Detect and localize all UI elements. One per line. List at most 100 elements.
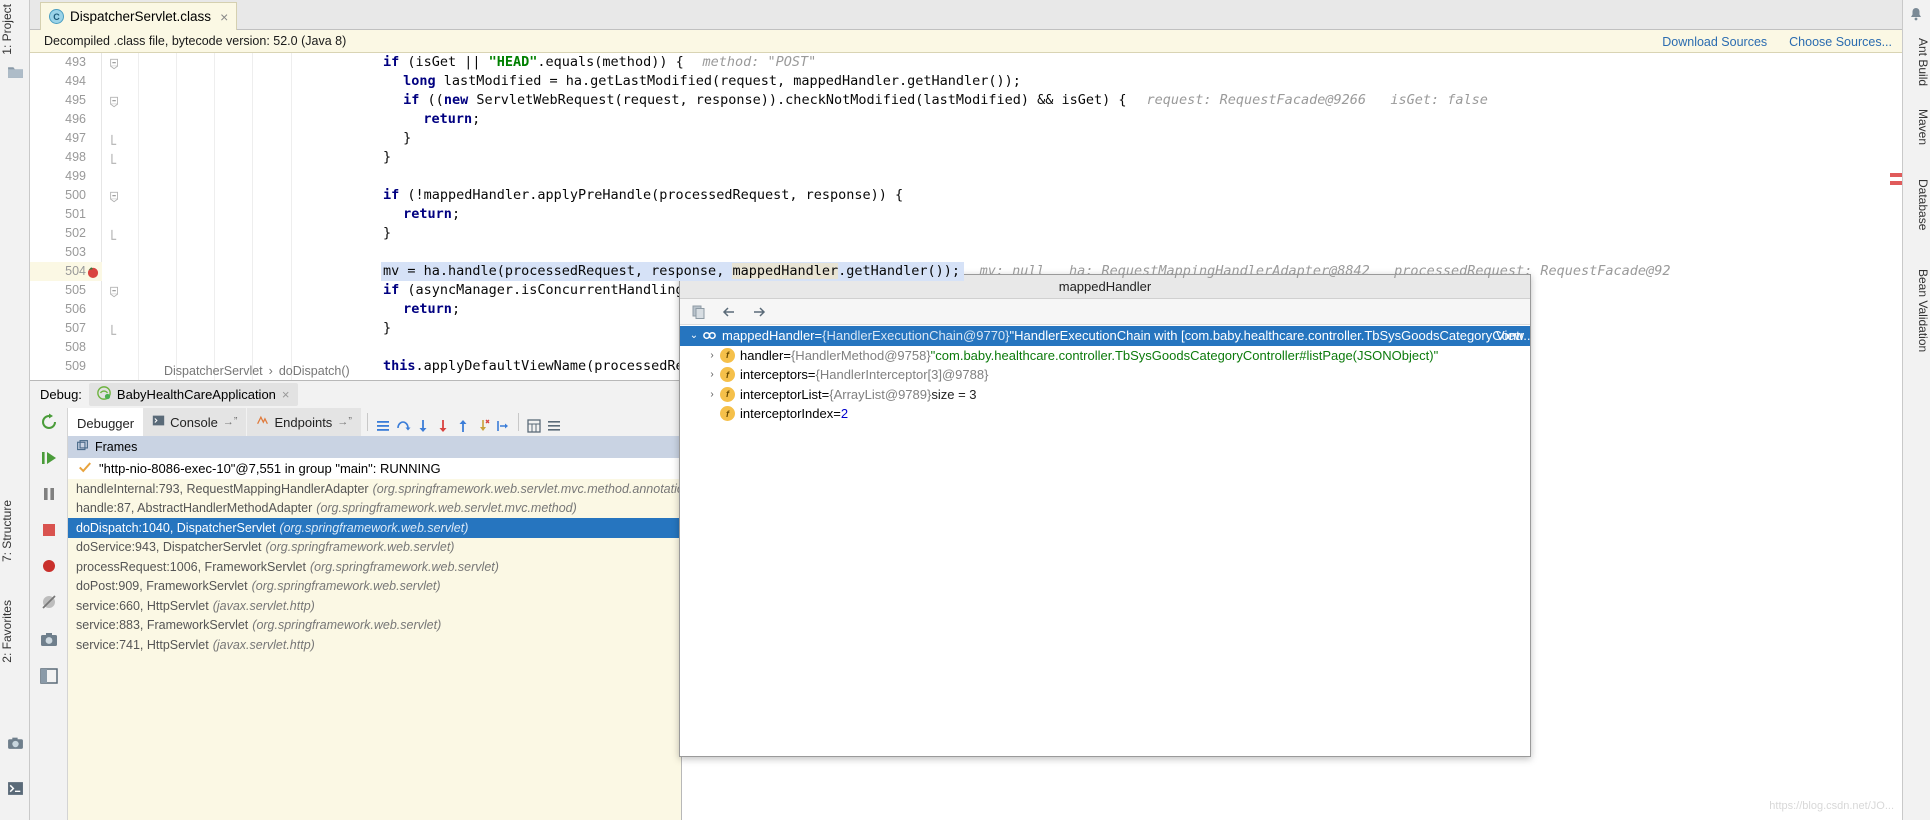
sidebar-item-structure[interactable]: 7: Structure (0, 500, 30, 562)
frame-row[interactable]: service:660, HttpServlet(javax.servlet.h… (68, 596, 681, 616)
frame-row[interactable]: doDispatch:1040, DispatcherServlet(org.s… (68, 518, 681, 538)
variable-value: size = 3 (931, 387, 976, 402)
tool-button-bean-validation[interactable]: Bean Validation (1902, 265, 1930, 352)
choose-sources-link[interactable]: Choose Sources... (1789, 35, 1892, 49)
code-line[interactable]: 504mv = ha.handle(processedRequest, resp… (30, 262, 1902, 281)
tab-console[interactable]: Console→ˮ (143, 408, 246, 436)
frame-package: (org.springframework.web.servlet) (310, 560, 499, 574)
sidebar-item-favorites[interactable]: 2: Favorites (0, 600, 30, 663)
sidebar-item-project[interactable]: 1: Project (0, 4, 30, 55)
editor-tab-dispatcherservlet[interactable]: C DispatcherServlet.class × (40, 2, 237, 30)
run-configuration-tab[interactable]: BabyHealthCareApplication × (89, 383, 298, 406)
sidebar-item-label: 7: Structure (0, 500, 14, 562)
breadcrumb[interactable]: DispatcherServlet › doDispatch() (160, 362, 350, 380)
chevron-right-icon[interactable]: › (704, 350, 720, 361)
code-line[interactable]: 496return; (30, 110, 1902, 129)
code-line[interactable]: 493if (isGet || "HEAD".equals(method)) {… (30, 53, 1902, 72)
code-fold-icon[interactable] (109, 133, 120, 145)
tab-pin-icon[interactable]: →ˮ (223, 416, 238, 428)
code-line[interactable]: 498} (30, 148, 1902, 167)
tool-button-database[interactable]: Database (1902, 175, 1930, 230)
frame-row[interactable]: doPost:909, FrameworkServlet(org.springf… (68, 577, 681, 597)
step-over-icon[interactable] (393, 416, 413, 436)
left-tool-rail: 1: Project 7: Structure 2: Favorites (0, 0, 30, 820)
code-line[interactable]: 495if ((new ServletWebRequest(request, r… (30, 91, 1902, 110)
code-line[interactable]: 500if (!mappedHandler.applyPreHandle(pro… (30, 186, 1902, 205)
view-value-link[interactable]: View (1496, 328, 1524, 343)
terminal-icon[interactable] (7, 780, 24, 797)
thread-selector[interactable]: "http-nio-8086-exec-10"@7,551 in group "… (68, 458, 681, 479)
code-line[interactable]: 503 (30, 243, 1902, 262)
tool-button-maven[interactable]: Maven (1902, 105, 1930, 145)
chevron-right-icon[interactable]: › (704, 389, 720, 400)
inline-debug-hint[interactable]: mv: null ha: RequestMappingHandlerAdapte… (980, 262, 1671, 281)
rerun-icon[interactable] (39, 412, 59, 432)
code-fold-icon[interactable] (109, 228, 120, 240)
chevron-right-icon[interactable]: › (704, 369, 720, 380)
tree-node-interceptors[interactable]: ›finterceptors = {HandlerInterceptor[3]@… (680, 365, 1530, 385)
step-into-icon[interactable] (413, 416, 433, 436)
code-line[interactable]: 499 (30, 167, 1902, 186)
tree-node-interceptorindex[interactable]: finterceptorIndex = 2 (680, 404, 1530, 424)
layout-settings-icon[interactable] (373, 416, 393, 436)
stop-icon[interactable] (39, 520, 59, 540)
tab-endpoints[interactable]: Endpoints →ˮ (247, 408, 361, 436)
tree-node-mappedhandler[interactable]: ⌄mappedHandler = {HandlerExecutionChain@… (680, 326, 1530, 346)
copy-value-icon[interactable] (690, 303, 708, 321)
code-fold-icon[interactable] (109, 190, 120, 202)
field-icon: f (720, 387, 735, 402)
tab-label: Endpoints (274, 415, 332, 430)
close-icon[interactable]: × (220, 9, 228, 25)
error-stripe-mark[interactable] (1890, 181, 1902, 185)
chevron-down-icon[interactable]: ⌄ (686, 330, 702, 341)
frame-row[interactable]: service:883, FrameworkServlet(org.spring… (68, 616, 681, 636)
camera-icon[interactable] (7, 735, 24, 752)
layout-icon[interactable] (39, 666, 59, 686)
code-fold-icon[interactable] (109, 285, 120, 297)
back-arrow-icon[interactable] (720, 303, 738, 321)
folder-icon[interactable] (7, 64, 24, 81)
error-stripe-mark[interactable] (1890, 173, 1902, 177)
forward-arrow-icon[interactable] (750, 303, 768, 321)
code-line[interactable]: 494long lastModified = ha.getLastModifie… (30, 72, 1902, 91)
code-line[interactable]: 502} (30, 224, 1902, 243)
code-fold-icon[interactable] (109, 152, 120, 164)
tab-pin-icon[interactable]: →ˮ (337, 416, 352, 428)
frame-row[interactable]: handleInternal:793, RequestMappingHandle… (68, 479, 681, 499)
code-fold-icon[interactable] (109, 323, 120, 335)
settings-icon[interactable] (544, 416, 564, 436)
inline-debug-hint[interactable]: request: RequestFacade@9266 isGet: false (1147, 91, 1488, 110)
step-out-icon[interactable] (453, 416, 473, 436)
chain-icon (702, 328, 717, 343)
tree-node-interceptorlist[interactable]: ›finterceptorList = {ArrayList@9789} siz… (680, 385, 1530, 405)
frame-row[interactable]: processRequest:1006, FrameworkServlet(or… (68, 557, 681, 577)
resume-program-icon[interactable] (39, 448, 59, 468)
frame-row[interactable]: doService:943, DispatcherServlet(org.spr… (68, 538, 681, 558)
breakpoint-icon[interactable] (86, 265, 100, 279)
drop-frame-icon[interactable] (473, 416, 493, 436)
tree-node-handler[interactable]: ›fhandler = {HandlerMethod@9758} "com.ba… (680, 346, 1530, 366)
pause-program-icon[interactable] (39, 484, 59, 504)
evaluate-expression-icon[interactable] (524, 416, 544, 436)
breadcrumb-method[interactable]: doDispatch() (279, 364, 350, 378)
inline-debug-hint[interactable]: method: "POST" (703, 53, 817, 72)
frame-row[interactable]: service:741, HttpServlet(javax.servlet.h… (68, 635, 681, 655)
tool-button-ant-build[interactable]: Ant Build (1902, 34, 1930, 86)
frame-row[interactable]: handle:87, AbstractHandlerMethodAdapter(… (68, 499, 681, 519)
notifications-bell-icon[interactable] (1908, 6, 1924, 22)
view-breakpoints-icon[interactable] (39, 556, 59, 576)
close-icon[interactable]: × (282, 387, 290, 402)
download-sources-link[interactable]: Download Sources (1662, 35, 1767, 49)
tab-debugger[interactable]: Debugger (68, 408, 143, 436)
variables-tree[interactable]: ⌄mappedHandler = {HandlerExecutionChain@… (680, 326, 1530, 756)
code-fold-icon[interactable] (109, 57, 120, 69)
code-line[interactable]: 497} (30, 129, 1902, 148)
mute-breakpoints-icon[interactable] (39, 592, 59, 612)
screenshot-icon[interactable] (39, 630, 59, 650)
frames-list[interactable]: handleInternal:793, RequestMappingHandle… (68, 479, 681, 820)
force-step-into-icon[interactable] (433, 416, 453, 436)
code-line[interactable]: 501return; (30, 205, 1902, 224)
code-fold-icon[interactable] (109, 95, 120, 107)
run-to-cursor-icon[interactable] (493, 416, 513, 436)
breadcrumb-class[interactable]: DispatcherServlet (164, 364, 263, 378)
